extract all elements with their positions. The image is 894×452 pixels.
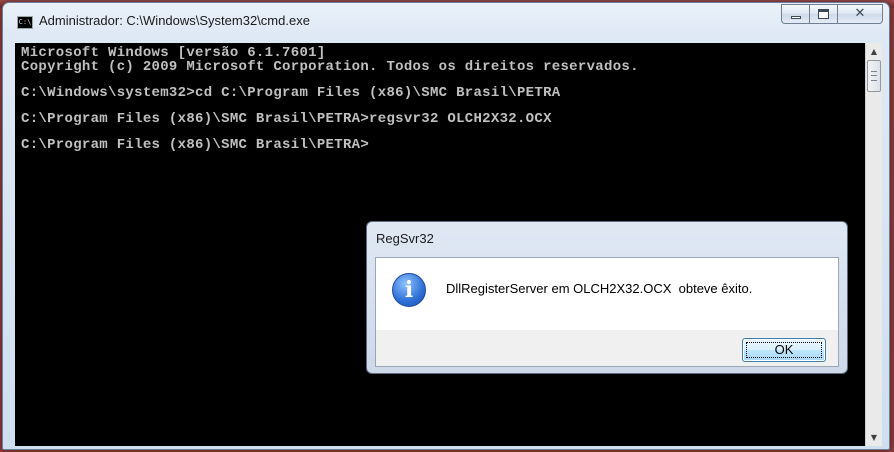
scroll-thumb[interactable] <box>867 60 881 92</box>
dialog-title: RegSvr32 <box>376 231 434 246</box>
title-bar[interactable]: C:\ Administrador: C:\Windows\System32\c… <box>3 3 889 43</box>
cmd-icon[interactable]: C:\ <box>17 16 33 29</box>
console-line: Microsoft Windows [versão 6.1.7601] <box>21 45 326 61</box>
regsvr32-dialog: RegSvr32 i DllRegisterServer em OLCH2X32… <box>366 221 848 374</box>
info-icon: i <box>392 273 426 307</box>
scroll-up-arrow-icon[interactable]: ▲ <box>866 43 882 60</box>
close-icon: ✕ <box>854 6 866 21</box>
maximize-icon <box>818 9 829 19</box>
dialog-message: DllRegisterServer em OLCH2X32.OCX obteve… <box>446 281 753 296</box>
ok-button[interactable]: OK <box>742 338 826 362</box>
vertical-scrollbar[interactable]: ▲ ▼ <box>865 43 882 446</box>
caption-buttons: ✕ <box>781 4 883 26</box>
ok-button-label: OK <box>774 342 794 357</box>
dialog-body: i DllRegisterServer em OLCH2X32.OCX obte… <box>375 257 839 367</box>
dialog-content-area: i DllRegisterServer em OLCH2X32.OCX obte… <box>376 258 838 330</box>
maximize-button[interactable] <box>809 4 837 24</box>
window-title: Administrador: C:\Windows\System32\cmd.e… <box>39 13 310 28</box>
console-line: C:\Windows\system32>cd C:\Program Files … <box>21 85 561 101</box>
minimize-button[interactable] <box>781 4 809 24</box>
minimize-icon <box>791 16 801 19</box>
console-text: Microsoft Windows [versão 6.1.7601] Copyr… <box>21 46 639 152</box>
console-line: C:\Program Files (x86)\SMC Brasil\PETRA>… <box>21 111 552 127</box>
console-line: C:\Program Files (x86)\SMC Brasil\PETRA> <box>21 137 370 153</box>
close-button[interactable]: ✕ <box>837 4 883 24</box>
console-line: Copyright (c) 2009 Microsoft Corporation… <box>21 59 639 75</box>
grip-icon <box>871 71 877 81</box>
scroll-down-arrow-icon[interactable]: ▼ <box>866 429 882 446</box>
